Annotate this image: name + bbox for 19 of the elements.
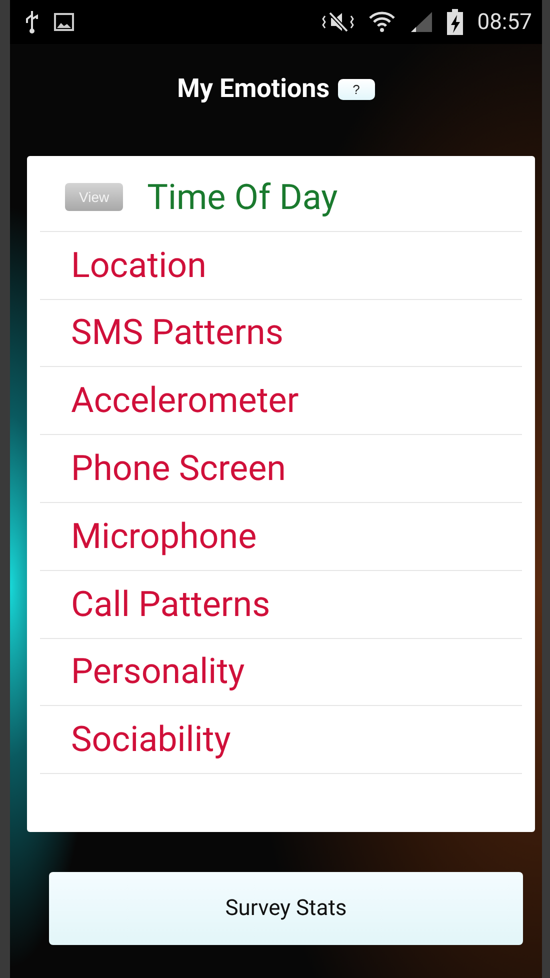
category-item[interactable]: SMS Patterns	[71, 312, 284, 354]
wifi-icon	[369, 10, 396, 34]
category-item[interactable]: Time Of Day	[147, 176, 338, 218]
category-item[interactable]: Accelerometer	[71, 380, 299, 422]
category-item[interactable]: Location	[71, 244, 206, 286]
help-button[interactable]: ?	[338, 78, 375, 100]
category-item[interactable]: Microphone	[71, 516, 257, 557]
usb-icon	[24, 10, 40, 34]
category-item[interactable]: Call Patterns	[71, 584, 270, 625]
image-icon	[54, 13, 74, 31]
category-item[interactable]: Personality	[71, 651, 245, 692]
signal-icon	[409, 11, 434, 33]
category-item[interactable]: Sociability	[71, 719, 231, 760]
category-item[interactable]: Phone Screen	[71, 448, 286, 490]
battery-icon	[447, 9, 464, 35]
screen-title: My Emotions	[177, 74, 330, 104]
mute-vibrate-icon	[321, 11, 356, 33]
survey-stats-button[interactable]: Survey Stats	[49, 872, 523, 944]
clock-time: 08:57	[477, 10, 532, 34]
